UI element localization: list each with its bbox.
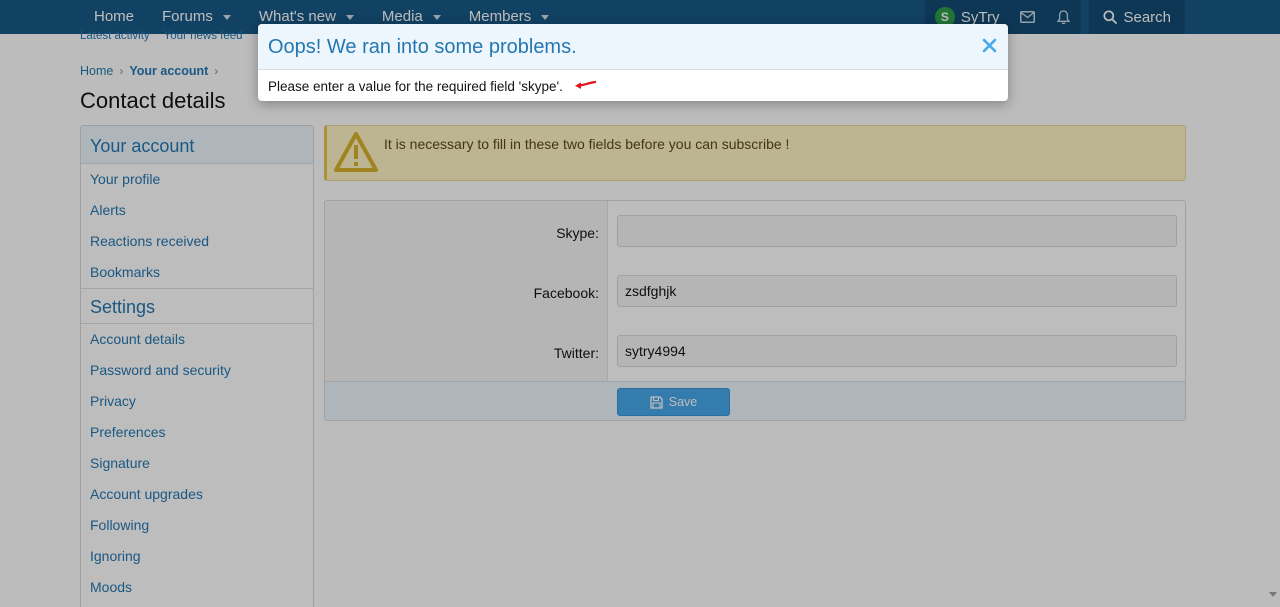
page-scrollbar[interactable] xyxy=(1266,34,1280,607)
error-dialog-body: Please enter a value for the required fi… xyxy=(258,70,1008,101)
close-icon xyxy=(982,38,996,52)
error-dialog: Oops! We ran into some problems. Please … xyxy=(258,24,1008,101)
error-dialog-title: Oops! We ran into some problems. xyxy=(268,36,577,58)
close-button[interactable] xyxy=(978,34,1000,56)
error-message: Please enter a value for the required fi… xyxy=(268,79,563,94)
error-dialog-header: Oops! We ran into some problems. xyxy=(258,24,1008,70)
scroll-down-arrow-icon[interactable] xyxy=(1269,592,1277,597)
red-arrow-icon xyxy=(575,80,596,89)
